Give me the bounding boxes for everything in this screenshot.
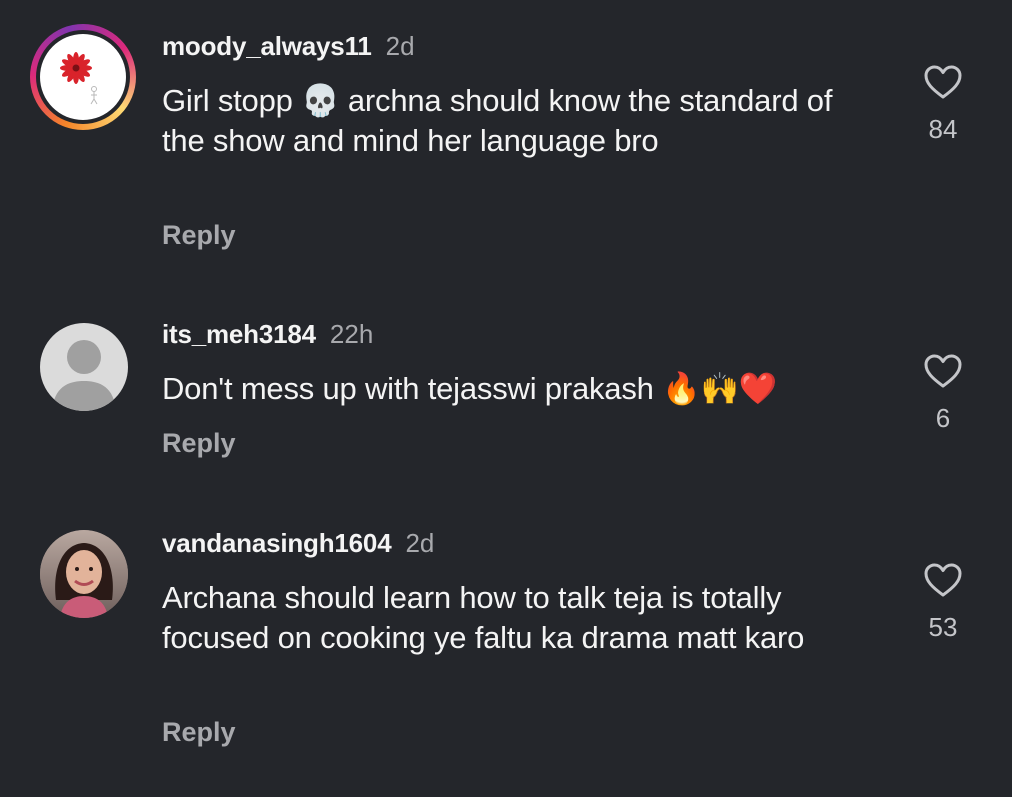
like-count: 53 (928, 612, 958, 642)
avatar[interactable] (30, 313, 136, 419)
reply-button[interactable]: Reply (162, 716, 236, 748)
comment-header: its_meh3184 22h (162, 318, 373, 350)
avatar[interactable] (30, 520, 136, 626)
avatar-image (40, 34, 126, 120)
comment-item: its_meh3184 22h Don't mess up with tejass… (0, 300, 1012, 500)
like-column: 53 (912, 562, 974, 642)
username[interactable]: moody_always11 (162, 31, 372, 61)
comment-header: moody_always11 2d (162, 30, 415, 62)
reply-button[interactable]: Reply (162, 219, 236, 251)
avatar-image (40, 530, 128, 618)
heart-outline-icon[interactable] (923, 64, 963, 100)
woman-photo-icon (40, 530, 128, 618)
comment-item: vandanasingh1604 2d Archana should learn … (0, 510, 1012, 797)
avatar[interactable] (30, 24, 136, 130)
reply-button[interactable]: Reply (162, 427, 236, 459)
default-person-icon (52, 340, 116, 411)
comment-item: moody_always11 2d Girl stopp 💀 archna sho… (0, 0, 1012, 290)
like-count: 84 (928, 114, 958, 144)
comment-text: Archana should learn how to talk teja is… (162, 580, 805, 655)
comment-text: Don't mess up with tejasswi prakash 🔥🙌❤️ (162, 371, 778, 406)
timestamp: 22h (329, 319, 374, 349)
heart-outline-icon[interactable] (923, 353, 963, 389)
like-column: 84 (912, 64, 974, 144)
red-flower-icon (60, 52, 98, 105)
timestamp: 2d (385, 31, 415, 61)
username[interactable]: vandanasingh1604 (162, 528, 392, 558)
like-count: 6 (935, 403, 951, 433)
comment-header: vandanasingh1604 2d (162, 527, 434, 559)
timestamp: 2d (405, 528, 435, 558)
like-column: 6 (912, 353, 974, 433)
heart-outline-icon[interactable] (923, 562, 963, 598)
comment-text: Girl stopp 💀 archna should know the stan… (162, 83, 833, 158)
avatar-image (40, 323, 128, 411)
username[interactable]: its_meh3184 (162, 319, 316, 349)
